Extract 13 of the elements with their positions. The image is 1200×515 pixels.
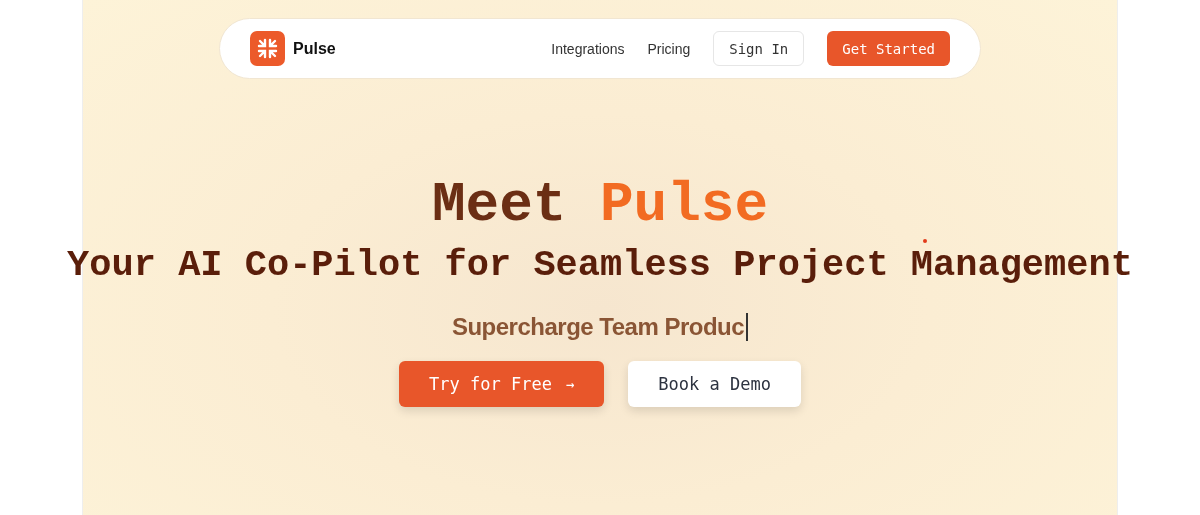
hero-title: Meet Pulse xyxy=(431,175,769,237)
get-started-button[interactable]: Get Started xyxy=(827,31,950,66)
logo-icon[interactable] xyxy=(250,31,285,66)
typing-text: Supercharge Team Produc xyxy=(451,313,745,341)
nav-link[interactable]: Pricing xyxy=(647,40,691,57)
brand-name: Pulse xyxy=(293,39,336,58)
hero-subtitle: Your AI Co-Pilot for Seamless Project Management xyxy=(67,242,1133,287)
book-demo-button[interactable]: Book a Demo xyxy=(628,361,801,407)
try-free-button[interactable]: Try for Free → xyxy=(399,361,605,407)
sparkle-dot xyxy=(923,239,927,243)
nav-link[interactable]: Integrations xyxy=(551,40,625,57)
text-cursor xyxy=(746,313,749,341)
sign-in-button[interactable]: Sign In xyxy=(713,31,805,66)
